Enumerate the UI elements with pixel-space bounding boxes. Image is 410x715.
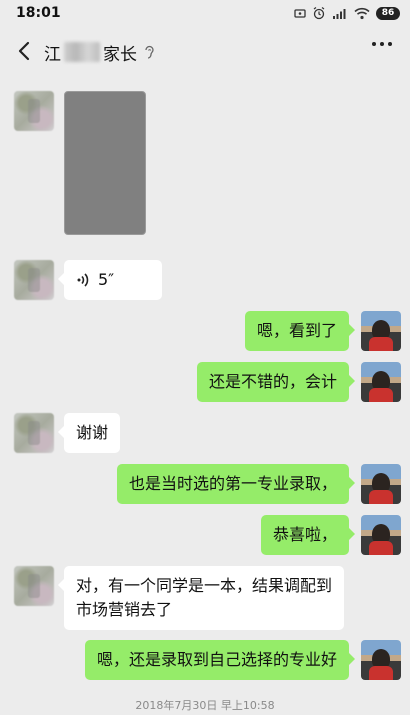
message-bubble[interactable]: 还是不错的，会计 — [196, 362, 356, 402]
contact-avatar[interactable] — [14, 91, 54, 131]
my-avatar[interactable] — [361, 464, 401, 504]
battery-indicator: 86 — [376, 6, 400, 20]
alarm-icon — [313, 7, 325, 20]
message-bubble[interactable]: 对，有一个同学是一本，结果调配到市场营销去了 — [58, 566, 344, 630]
my-avatar[interactable] — [361, 311, 401, 351]
message-bubble[interactable]: 谢谢 — [57, 413, 121, 453]
ear-icon — [145, 45, 154, 59]
chat-title: 江 家长 — [44, 40, 155, 65]
chat-title-suffix: 家长 — [103, 44, 137, 65]
signal-icon — [333, 8, 346, 19]
status-time: 18:01 — [16, 5, 61, 21]
notification-icon — [294, 9, 306, 18]
message-bubble[interactable]: 嗯，还是录取到自己选择的专业好 — [84, 640, 356, 680]
more-dots-icon[interactable] — [372, 42, 392, 46]
chat-header: 江 家长 — [0, 26, 410, 78]
message-bubble[interactable]: 嗯，看到了 — [244, 311, 356, 351]
status-icons: 86 — [294, 5, 400, 21]
voice-message[interactable]: 5″ — [58, 260, 162, 300]
message-bubble[interactable]: 恭喜啦， — [260, 515, 356, 555]
chat-title-prefix: 江 — [44, 44, 61, 65]
my-avatar[interactable] — [361, 515, 401, 555]
redacted-name — [64, 42, 100, 62]
my-avatar[interactable] — [361, 640, 401, 680]
chevron-left-icon[interactable] — [14, 40, 36, 62]
message-bubble[interactable]: 也是当时选的第一专业录取， — [116, 464, 356, 504]
wifi-icon — [354, 7, 370, 19]
my-avatar[interactable] — [361, 362, 401, 402]
voice-wave-icon — [77, 273, 89, 287]
timestamp: 2018年7月30日 早上10:58 — [135, 699, 275, 712]
contact-avatar[interactable] — [14, 413, 54, 453]
voice-duration: 5″ — [98, 270, 115, 289]
contact-avatar[interactable] — [14, 260, 54, 300]
image-message[interactable] — [64, 91, 146, 235]
contact-avatar[interactable] — [14, 566, 54, 606]
status-bar: 18:01 86 — [0, 0, 410, 26]
